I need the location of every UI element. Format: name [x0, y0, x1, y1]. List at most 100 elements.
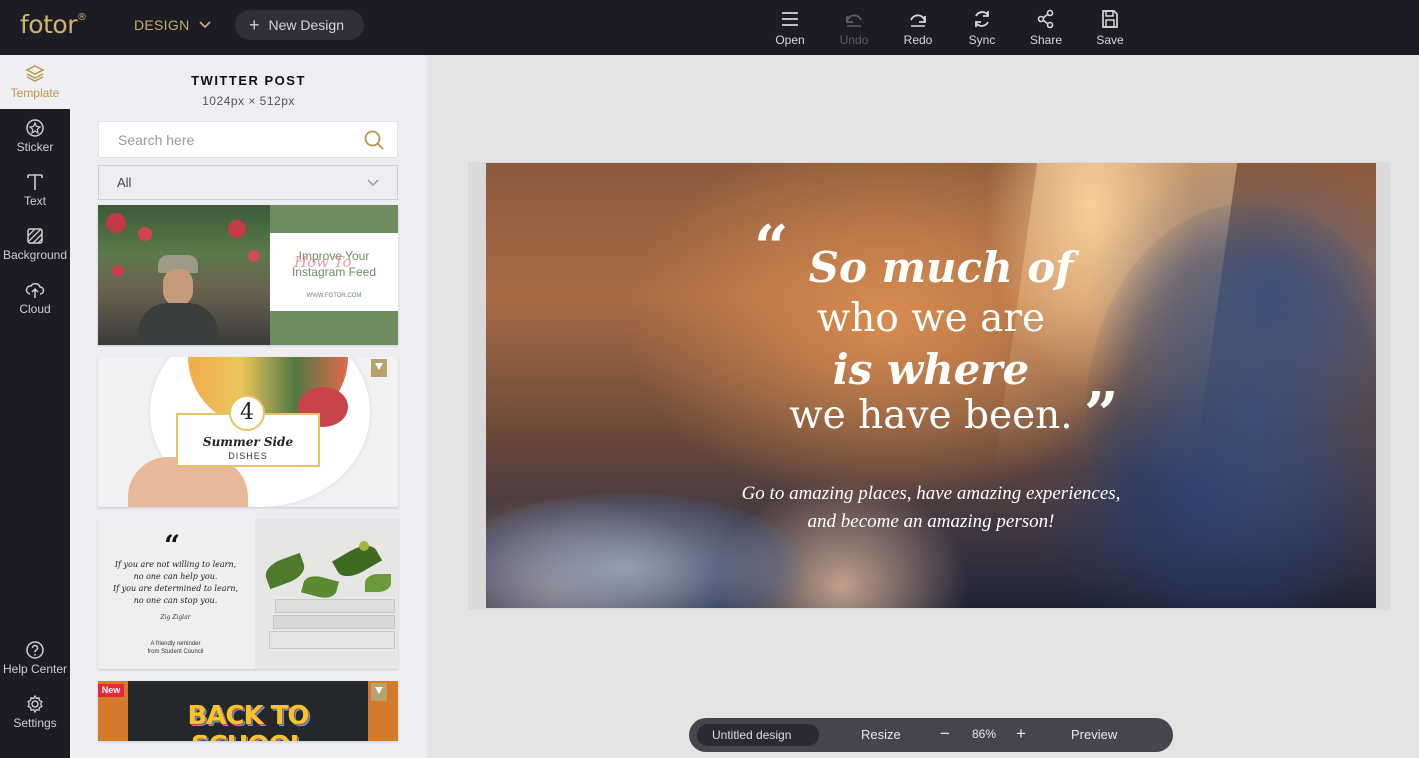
- canvas-close-quote[interactable]: ”: [1084, 385, 1119, 445]
- sync-icon: [975, 11, 989, 27]
- fotor-logo[interactable]: fotor®: [20, 10, 87, 39]
- template-dish-title: Summer Side: [202, 435, 294, 449]
- zoom-level: 86%: [972, 727, 997, 741]
- template-dish-number: 4: [229, 395, 265, 431]
- template-quote-line: no one can help you.: [133, 572, 218, 581]
- design-menu[interactable]: DESIGN: [134, 17, 212, 33]
- panel-size: 1024px × 512px: [202, 94, 295, 108]
- template-panel: TWITTER POST 1024px × 512px All Improve …: [70, 55, 427, 758]
- template-thumb-instagram-feed[interactable]: Improve Your Instagram Feed How To WWW.F…: [98, 205, 398, 345]
- text-icon: [27, 174, 43, 190]
- layers-icon: [25, 65, 45, 82]
- chevron-down-icon: [367, 178, 379, 186]
- rail-item-template[interactable]: Template: [0, 55, 70, 109]
- side-rail: Template Sticker Text Background Cloud H…: [0, 55, 70, 758]
- template-school-title: BACK TO SCHOOL: [187, 701, 309, 741]
- logo-text: fotor: [20, 10, 77, 39]
- template-url: WWW.FOTOR.COM: [306, 293, 362, 299]
- template-search: [98, 121, 398, 158]
- bottom-bar: Untitled design Resize − 86% + Preview: [689, 718, 1173, 752]
- canvas-heading-line4[interactable]: we have been.: [486, 393, 1376, 438]
- rail-item-help-center[interactable]: Help Center: [0, 631, 70, 685]
- save-icon: [1102, 10, 1118, 28]
- search-input[interactable]: [99, 122, 339, 157]
- premium-badge-icon: [371, 359, 387, 377]
- background-icon: [27, 228, 43, 244]
- save-label: Save: [1096, 33, 1124, 47]
- template-text-block: Improve Your Instagram Feed How To WWW.F…: [270, 205, 398, 345]
- template-thumb-quote[interactable]: “ If you are not willing to learn, no on…: [98, 519, 398, 669]
- zoom-in-button[interactable]: +: [1016, 724, 1026, 744]
- top-bar: fotor® DESIGN + New Design Open Undo Red…: [0, 0, 1419, 55]
- canvas-heading-line1[interactable]: So much of: [486, 243, 1376, 292]
- rail-label-help-center: Help Center: [2, 662, 68, 676]
- new-badge: New: [98, 684, 124, 697]
- template-quote-line: If you are not willing to learn,: [114, 560, 237, 569]
- template-thumb-back-to-school[interactable]: New BACK TO SCHOOL: [98, 681, 398, 741]
- canvas-subtext-line1[interactable]: Go to amazing places, have amazing exper…: [486, 483, 1376, 505]
- undo-button[interactable]: Undo: [822, 8, 886, 47]
- resize-button[interactable]: Resize: [861, 727, 901, 742]
- open-label: Open: [775, 33, 805, 47]
- zoom-out-button[interactable]: −: [940, 724, 950, 744]
- template-thumb-summer-dishes[interactable]: Summer Side DISHES 4: [98, 357, 398, 507]
- panel-title: TWITTER POST: [191, 73, 306, 88]
- sync-label: Sync: [968, 33, 996, 47]
- new-design-label: New Design: [268, 17, 344, 33]
- redo-label: Redo: [903, 33, 933, 47]
- sync-button[interactable]: Sync: [950, 8, 1014, 47]
- template-quote-author: Zig Ziglar: [160, 614, 191, 621]
- template-plant-photo: [255, 519, 398, 669]
- settings-icon: [27, 694, 43, 714]
- rail-item-settings[interactable]: Settings: [0, 685, 70, 739]
- save-button[interactable]: Save: [1078, 8, 1142, 47]
- rail-item-sticker[interactable]: Sticker: [0, 109, 70, 163]
- rail-label-settings: Settings: [13, 716, 57, 730]
- canvas-workspace: “ So much of who we are is where we have…: [427, 55, 1419, 758]
- plus-icon: +: [249, 15, 260, 35]
- new-design-button[interactable]: + New Design: [235, 10, 364, 40]
- rail-label-cloud: Cloud: [19, 302, 51, 316]
- template-dish-subtitle: DISHES: [228, 451, 268, 461]
- rail-label-text: Text: [23, 194, 46, 208]
- main-toolbar: Open Undo Redo Sync Share Save: [758, 8, 1142, 47]
- search-icon[interactable]: [363, 129, 385, 151]
- template-footer-line: from Student Council: [147, 649, 204, 655]
- sticker-icon: [26, 119, 44, 137]
- template-quote-line: no one can stop you.: [133, 596, 218, 605]
- registered-mark: ®: [76, 12, 87, 23]
- premium-badge-icon: [371, 683, 387, 701]
- rail-item-text[interactable]: Text: [0, 163, 70, 217]
- canvas-heading-line3[interactable]: is where: [486, 345, 1376, 394]
- menu-icon: [782, 12, 798, 26]
- open-button[interactable]: Open: [758, 8, 822, 47]
- rail-label-template: Template: [10, 86, 60, 100]
- category-select-value: All: [117, 175, 132, 190]
- rail-label-sticker: Sticker: [16, 140, 54, 154]
- undo-icon: [846, 14, 862, 27]
- template-quote-line: If you are determined to learn,: [112, 584, 239, 593]
- share-button[interactable]: Share: [1014, 8, 1078, 47]
- rail-item-background[interactable]: Background: [0, 217, 70, 271]
- undo-label: Undo: [839, 33, 869, 47]
- help-icon: [26, 641, 44, 659]
- preview-button[interactable]: Preview: [1071, 727, 1117, 742]
- rail-label-background: Background: [2, 248, 68, 262]
- redo-icon: [910, 14, 926, 27]
- share-icon: [1037, 9, 1054, 29]
- template-footer-line: A friendly reminder: [150, 641, 201, 647]
- canvas-subtext-line2[interactable]: and become an amazing person!: [486, 511, 1376, 533]
- redo-button[interactable]: Redo: [886, 8, 950, 47]
- design-canvas[interactable]: “ So much of who we are is where we have…: [486, 163, 1376, 608]
- template-photo-man: [98, 205, 270, 345]
- category-select[interactable]: All: [98, 165, 398, 200]
- quote-mark-icon: “: [164, 529, 181, 562]
- rail-item-cloud[interactable]: Cloud: [0, 271, 70, 325]
- template-script-text: How To: [294, 253, 352, 271]
- share-label: Share: [1029, 33, 1063, 47]
- document-name-field[interactable]: Untitled design: [697, 724, 819, 746]
- chevron-down-icon: [199, 21, 212, 29]
- design-menu-label: DESIGN: [134, 17, 190, 33]
- cloud-icon: [25, 282, 45, 298]
- canvas-heading-line2[interactable]: who we are: [486, 296, 1376, 341]
